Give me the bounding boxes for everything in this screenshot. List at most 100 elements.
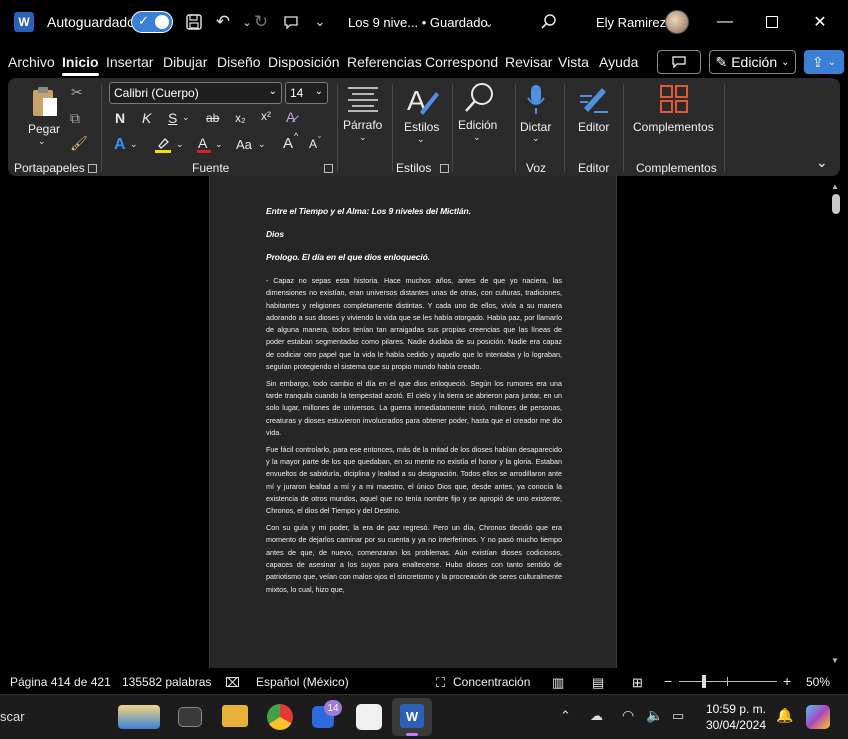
clock[interactable]: 10:59 p. m. 30/04/2024 bbox=[706, 701, 766, 733]
find-icon[interactable] bbox=[464, 82, 494, 119]
read-mode-icon[interactable]: ▥ bbox=[552, 675, 564, 691]
close-icon[interactable]: ✕ bbox=[808, 10, 832, 34]
underline-button[interactable]: S bbox=[168, 110, 177, 126]
chevron-up-icon[interactable]: ⌃ bbox=[560, 708, 571, 724]
tab-diseno[interactable]: Diseño bbox=[217, 54, 261, 70]
search-icon[interactable] bbox=[538, 11, 560, 33]
tab-ayuda[interactable]: Ayuda bbox=[599, 54, 638, 70]
subscript-button[interactable]: x₂ bbox=[235, 111, 246, 125]
maximize-icon[interactable] bbox=[760, 10, 784, 34]
italic-button[interactable]: K bbox=[142, 110, 151, 126]
superscript-button[interactable]: x² bbox=[261, 109, 271, 123]
scroll-up-icon[interactable]: ▲ bbox=[831, 182, 839, 191]
language[interactable]: Español (México) bbox=[256, 675, 349, 689]
chevron-down-icon[interactable]: ⌄ bbox=[532, 133, 540, 144]
chrome-icon[interactable] bbox=[267, 704, 293, 730]
tab-correspondencia[interactable]: Correspond bbox=[425, 54, 498, 70]
zoom-out-button[interactable]: − bbox=[664, 673, 672, 689]
user-name[interactable]: Ely Ramirez bbox=[596, 15, 666, 30]
addins-label[interactable]: Complementos bbox=[633, 120, 714, 134]
minimize-icon[interactable]: — bbox=[713, 10, 737, 34]
shrink-font-button[interactable]: A bbox=[309, 137, 317, 151]
bold-button[interactable]: N bbox=[115, 110, 125, 126]
copilot-icon[interactable] bbox=[806, 705, 830, 729]
font-name-select[interactable]: Calibri (Cuerpo) ⌄ bbox=[109, 82, 282, 104]
chevron-down-icon[interactable]: ⌄ bbox=[215, 139, 223, 150]
document-title[interactable]: Los 9 nive... • Guardado bbox=[348, 15, 488, 30]
clipboard-launcher-icon[interactable] bbox=[88, 164, 97, 173]
highlight-icon[interactable] bbox=[154, 136, 172, 159]
strikethrough-button[interactable]: ab bbox=[206, 111, 219, 125]
scroll-down-icon[interactable]: ▼ bbox=[831, 656, 839, 665]
vertical-scrollbar[interactable]: ▲ ▼ bbox=[830, 182, 842, 668]
proofing-icon[interactable]: ⌧ bbox=[225, 675, 240, 691]
tab-insertar[interactable]: Insertar bbox=[106, 54, 153, 70]
paragraph-icon[interactable] bbox=[347, 86, 379, 117]
volume-icon[interactable]: 🔈 bbox=[646, 707, 663, 724]
font-launcher-icon[interactable] bbox=[324, 164, 333, 173]
weather-icon[interactable]: ☁ bbox=[590, 708, 603, 724]
chevron-down-icon[interactable]: ⌄ bbox=[473, 132, 481, 143]
editing-label[interactable]: Edición bbox=[458, 118, 497, 132]
cut-icon[interactable]: ✂ bbox=[71, 84, 83, 101]
collapse-ribbon-icon[interactable]: ⌄ bbox=[816, 154, 828, 171]
zoom-slider-track[interactable] bbox=[679, 681, 777, 682]
save-icon[interactable] bbox=[183, 11, 205, 33]
snipping-tool-icon[interactable] bbox=[356, 704, 382, 730]
chevron-down-icon[interactable]: ⌄ bbox=[38, 136, 46, 147]
change-case-button[interactable]: Aa bbox=[236, 137, 252, 152]
tab-inicio[interactable]: Inicio bbox=[62, 54, 99, 76]
chevron-down-icon[interactable]: ⌄ bbox=[258, 139, 266, 150]
comments-button[interactable] bbox=[657, 50, 701, 74]
tab-archivo[interactable]: Archivo bbox=[8, 54, 55, 70]
touch-mode-icon[interactable] bbox=[280, 11, 302, 33]
paragraph-label[interactable]: Párrafo bbox=[343, 118, 382, 132]
focus-label[interactable]: Concentración bbox=[453, 675, 530, 689]
task-view-icon[interactable] bbox=[178, 707, 202, 727]
chevron-down-icon[interactable]: ⌄ bbox=[417, 134, 425, 145]
zoom-in-button[interactable]: + bbox=[783, 673, 791, 689]
print-layout-icon[interactable]: ▤ bbox=[592, 675, 604, 691]
redo-icon[interactable]: ↻ bbox=[250, 11, 272, 33]
customize-icon[interactable]: ⌄ bbox=[309, 11, 331, 33]
search-highlight-icon[interactable] bbox=[118, 705, 160, 729]
copy-icon[interactable]: ⧉ bbox=[70, 110, 80, 127]
paste-icon[interactable] bbox=[30, 84, 60, 125]
focus-icon[interactable]: ⛶ bbox=[436, 675, 445, 691]
file-explorer-icon[interactable] bbox=[222, 705, 248, 727]
grow-font-button[interactable]: A bbox=[283, 135, 293, 152]
font-color-icon[interactable]: A bbox=[196, 135, 212, 159]
paste-label[interactable]: Pegar bbox=[28, 122, 60, 136]
font-size-select[interactable]: 14 ⌄ bbox=[285, 82, 328, 104]
text-effects-icon[interactable]: A bbox=[114, 136, 126, 154]
editing-mode-button[interactable]: ✎ Edición ⌄ bbox=[709, 50, 796, 74]
notifications-icon[interactable]: 🔔 bbox=[776, 707, 793, 724]
tab-referencias[interactable]: Referencias bbox=[347, 54, 422, 70]
word-count[interactable]: 135582 palabras bbox=[122, 675, 211, 689]
microphone-icon[interactable] bbox=[526, 84, 546, 121]
styles-icon[interactable]: A bbox=[406, 84, 440, 123]
styles-label[interactable]: Estilos bbox=[404, 120, 439, 134]
chevron-down-icon[interactable]: ⌄ bbox=[182, 112, 190, 123]
editor-icon[interactable] bbox=[578, 84, 610, 121]
tab-revisar[interactable]: Revisar bbox=[505, 54, 552, 70]
tab-disposicion[interactable]: Disposición bbox=[268, 54, 340, 70]
tab-vista[interactable]: Vista bbox=[558, 54, 589, 70]
tab-dibujar[interactable]: Dibujar bbox=[163, 54, 207, 70]
title-dropdown-icon[interactable]: ⌄ bbox=[478, 12, 500, 34]
undo-icon[interactable]: ↶ bbox=[212, 11, 234, 33]
format-painter-icon[interactable]: 🖌 bbox=[70, 135, 88, 152]
document-page[interactable]: Entre el Tiempo y el Alma: Los 9 niveles… bbox=[209, 176, 617, 668]
editor-label[interactable]: Editor bbox=[578, 120, 609, 134]
zoom-slider-thumb[interactable] bbox=[702, 675, 706, 688]
page-body[interactable]: Entre el Tiempo y el Alma: Los 9 niveles… bbox=[266, 206, 562, 600]
autosave-toggle[interactable]: ✓ bbox=[131, 11, 173, 33]
zoom-level[interactable]: 50% bbox=[806, 675, 830, 689]
share-button[interactable]: ⇪ ⌄ bbox=[804, 50, 844, 74]
styles-launcher-icon[interactable] bbox=[440, 164, 449, 173]
avatar[interactable] bbox=[665, 10, 689, 34]
wifi-icon[interactable]: ◠ bbox=[622, 707, 634, 724]
chevron-down-icon[interactable]: ⌄ bbox=[359, 132, 367, 143]
word-taskbar-button[interactable]: W bbox=[392, 698, 432, 736]
battery-icon[interactable]: ▭ bbox=[672, 708, 684, 724]
